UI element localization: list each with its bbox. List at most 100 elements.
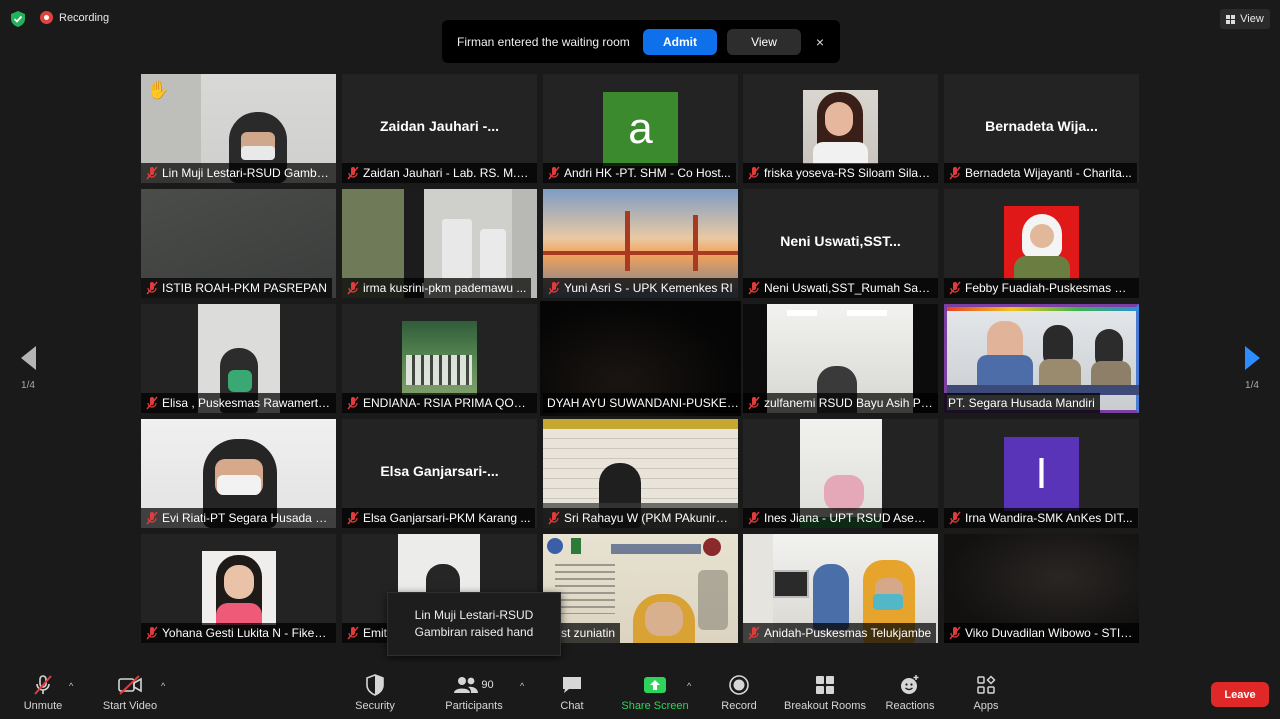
recording-label: Recording bbox=[59, 11, 110, 24]
participants-icon bbox=[454, 677, 479, 693]
mic-muted-icon bbox=[146, 626, 158, 640]
waiting-room-message: Firman entered the waiting room bbox=[457, 34, 630, 49]
participant-name: Neni Uswati,SST_Rumah Sakit ... bbox=[764, 281, 933, 295]
leave-meeting-button[interactable]: Leave bbox=[1211, 682, 1269, 707]
close-icon[interactable]: × bbox=[813, 34, 827, 50]
participant-name-bar: Lin Muji Lestari-RSUD Gambir... bbox=[141, 163, 336, 183]
active-speaker-tile[interactable]: DYAH AYU SUWANDANI-PUSKES... bbox=[540, 301, 741, 416]
participant-name-bar: friska yoseva-RS Siloam Silam... bbox=[743, 163, 938, 183]
participant-name-bar: Elisa , Puskesmas Rawamerta ... bbox=[141, 393, 336, 413]
participant-name: PT. Segara Husada Mandiri bbox=[948, 396, 1095, 410]
smiley-icon bbox=[899, 674, 921, 696]
reactions-label: Reactions bbox=[885, 700, 935, 712]
breakout-rooms-button[interactable]: Breakout Rooms bbox=[782, 662, 868, 719]
breakout-rooms-icon bbox=[815, 674, 835, 696]
participants-button[interactable]: 90 Participants bbox=[442, 662, 506, 719]
video-tile[interactable]: I Irna Wandira-SMK AnKes DIT... bbox=[944, 419, 1139, 528]
view-waiting-room-button[interactable]: View bbox=[727, 28, 801, 55]
view-button[interactable]: View bbox=[1220, 9, 1270, 29]
video-tile[interactable]: Febby Fuadiah-Puskesmas Boj... bbox=[944, 189, 1139, 298]
record-button[interactable]: Record bbox=[718, 662, 760, 719]
next-page-button[interactable]: 1/4 bbox=[1232, 346, 1272, 391]
participant-name: st zuniatin bbox=[561, 626, 616, 640]
participant-name: friska yoseva-RS Siloam Silam... bbox=[764, 166, 933, 180]
previous-page-button[interactable]: 1/4 bbox=[8, 346, 48, 391]
video-tile[interactable]: Evi Riati-PT Segara Husada M... bbox=[141, 419, 336, 528]
page-indicator-left: 1/4 bbox=[21, 380, 35, 391]
mic-muted-icon bbox=[949, 166, 961, 180]
participant-name: Evi Riati-PT Segara Husada M... bbox=[162, 511, 331, 525]
participant-name-bar: zulfanemi RSUD Bayu Asih Pur... bbox=[743, 393, 938, 413]
security-button[interactable]: Security bbox=[350, 662, 400, 719]
participants-options-caret-icon[interactable]: ^ bbox=[520, 681, 524, 691]
video-tile[interactable]: ✋ Lin Muji Lestari-RSUD Gambir... bbox=[141, 74, 336, 183]
chat-label: Chat bbox=[560, 700, 584, 712]
mic-muted-icon bbox=[949, 281, 961, 295]
video-tile[interactable]: PT. Segara Husada Mandiri bbox=[944, 304, 1139, 413]
participant-display-name: Zaidan Jauhari -... bbox=[379, 118, 500, 134]
mic-muted-icon bbox=[347, 396, 359, 410]
share-options-caret-icon[interactable]: ^ bbox=[687, 681, 691, 691]
participant-name-bar: ENDIANA- RSIA PRIMA QONITA bbox=[342, 393, 537, 413]
mic-muted-icon bbox=[347, 166, 359, 180]
share-screen-button[interactable]: Share Screen bbox=[620, 662, 690, 719]
encryption-shield-icon[interactable] bbox=[11, 11, 25, 27]
video-tile[interactable]: Neni Uswati,SST... Neni Uswati,SST_Rumah… bbox=[743, 189, 938, 298]
video-tile[interactable]: Bernadeta Wija... Bernadeta Wijayanti - … bbox=[944, 74, 1139, 183]
raised-hand-tooltip: Lin Muji Lestari-RSUD Gambiran raised ha… bbox=[387, 592, 561, 656]
mic-muted-icon bbox=[548, 281, 560, 295]
unmute-button[interactable]: Unmute bbox=[18, 662, 68, 719]
share-screen-label: Share Screen bbox=[621, 700, 689, 712]
video-tile[interactable]: ENDIANA- RSIA PRIMA QONITA bbox=[342, 304, 537, 413]
unmute-label: Unmute bbox=[23, 700, 63, 712]
video-tile[interactable]: ISTIB ROAH-PKM PASREPAN bbox=[141, 189, 336, 298]
meeting-window: Recording View Firman entered the waitin… bbox=[0, 0, 1280, 719]
mic-muted-icon bbox=[748, 396, 760, 410]
participant-name: Yuni Asri S - UPK Kemenkes RI bbox=[564, 281, 733, 295]
video-tile[interactable]: Ines Jiana - UPT RSUD Asemb... bbox=[743, 419, 938, 528]
grid-view-icon bbox=[1226, 14, 1236, 24]
video-tile[interactable]: st zuniatin bbox=[543, 534, 738, 643]
mic-muted-icon bbox=[146, 166, 158, 180]
video-tile[interactable]: Viko Duvadilan Wibowo - STIF... bbox=[944, 534, 1139, 643]
participant-name-bar: Bernadeta Wijayanti - Charita... bbox=[944, 163, 1137, 183]
video-tile[interactable]: zulfanemi RSUD Bayu Asih Pur... bbox=[743, 304, 938, 413]
apps-button[interactable]: Apps bbox=[966, 662, 1006, 719]
breakout-rooms-label: Breakout Rooms bbox=[784, 700, 866, 712]
video-tile[interactable]: Yuni Asri S - UPK Kemenkes RI bbox=[543, 189, 738, 298]
video-tile[interactable]: Yohana Gesti Lukita N - Fikes ... bbox=[141, 534, 336, 643]
mic-muted-icon bbox=[748, 281, 760, 295]
record-icon bbox=[728, 674, 750, 696]
reactions-button[interactable]: Reactions bbox=[884, 662, 936, 719]
start-video-label: Start Video bbox=[102, 700, 158, 712]
participant-name: zulfanemi RSUD Bayu Asih Pur... bbox=[764, 396, 933, 410]
participant-name-bar: Viko Duvadilan Wibowo - STIF... bbox=[944, 623, 1139, 643]
video-tile[interactable]: Elisa , Puskesmas Rawamerta ... bbox=[141, 304, 336, 413]
participant-name: Emit bbox=[363, 626, 387, 640]
participant-name-bar: Febby Fuadiah-Puskesmas Boj... bbox=[944, 278, 1139, 298]
video-tile[interactable]: irma kusrini-pkm pademawu ... bbox=[342, 189, 537, 298]
video-off-icon bbox=[117, 674, 143, 696]
participant-name: Viko Duvadilan Wibowo - STIF... bbox=[965, 626, 1134, 640]
mic-muted-icon bbox=[146, 396, 158, 410]
video-tile[interactable]: Sri Rahayu W (PKM PAkuniran) bbox=[543, 419, 738, 528]
video-tile[interactable]: Zaidan Jauhari -... Zaidan Jauhari - Lab… bbox=[342, 74, 537, 183]
recording-icon bbox=[40, 11, 53, 24]
mic-muted-icon bbox=[146, 511, 158, 525]
participant-name: Febby Fuadiah-Puskesmas Boj... bbox=[965, 281, 1134, 295]
admit-button[interactable]: Admit bbox=[643, 28, 717, 55]
recording-indicator[interactable]: Recording bbox=[40, 11, 109, 24]
video-options-caret-icon[interactable]: ^ bbox=[161, 681, 165, 691]
chat-button[interactable]: Chat bbox=[552, 662, 592, 719]
video-tile[interactable]: a Andri HK -PT. SHM - Co Host... bbox=[543, 74, 738, 183]
video-tile[interactable]: friska yoseva-RS Siloam Silam... bbox=[743, 74, 938, 183]
participant-name-bar: Sri Rahayu W (PKM PAkuniran) bbox=[543, 508, 738, 528]
video-tile[interactable]: Elsa Ganjarsari-... Elsa Ganjarsari-PKM … bbox=[342, 419, 537, 528]
participants-count: 90 bbox=[481, 679, 494, 691]
mic-muted-icon bbox=[347, 281, 359, 295]
start-video-button[interactable]: Start Video bbox=[98, 662, 162, 719]
video-tile[interactable]: Anidah-Puskesmas Telukjambe bbox=[743, 534, 938, 643]
audio-options-caret-icon[interactable]: ^ bbox=[69, 681, 73, 691]
participant-name-bar: Andri HK -PT. SHM - Co Host... bbox=[543, 163, 736, 183]
mic-muted-icon bbox=[32, 674, 54, 696]
